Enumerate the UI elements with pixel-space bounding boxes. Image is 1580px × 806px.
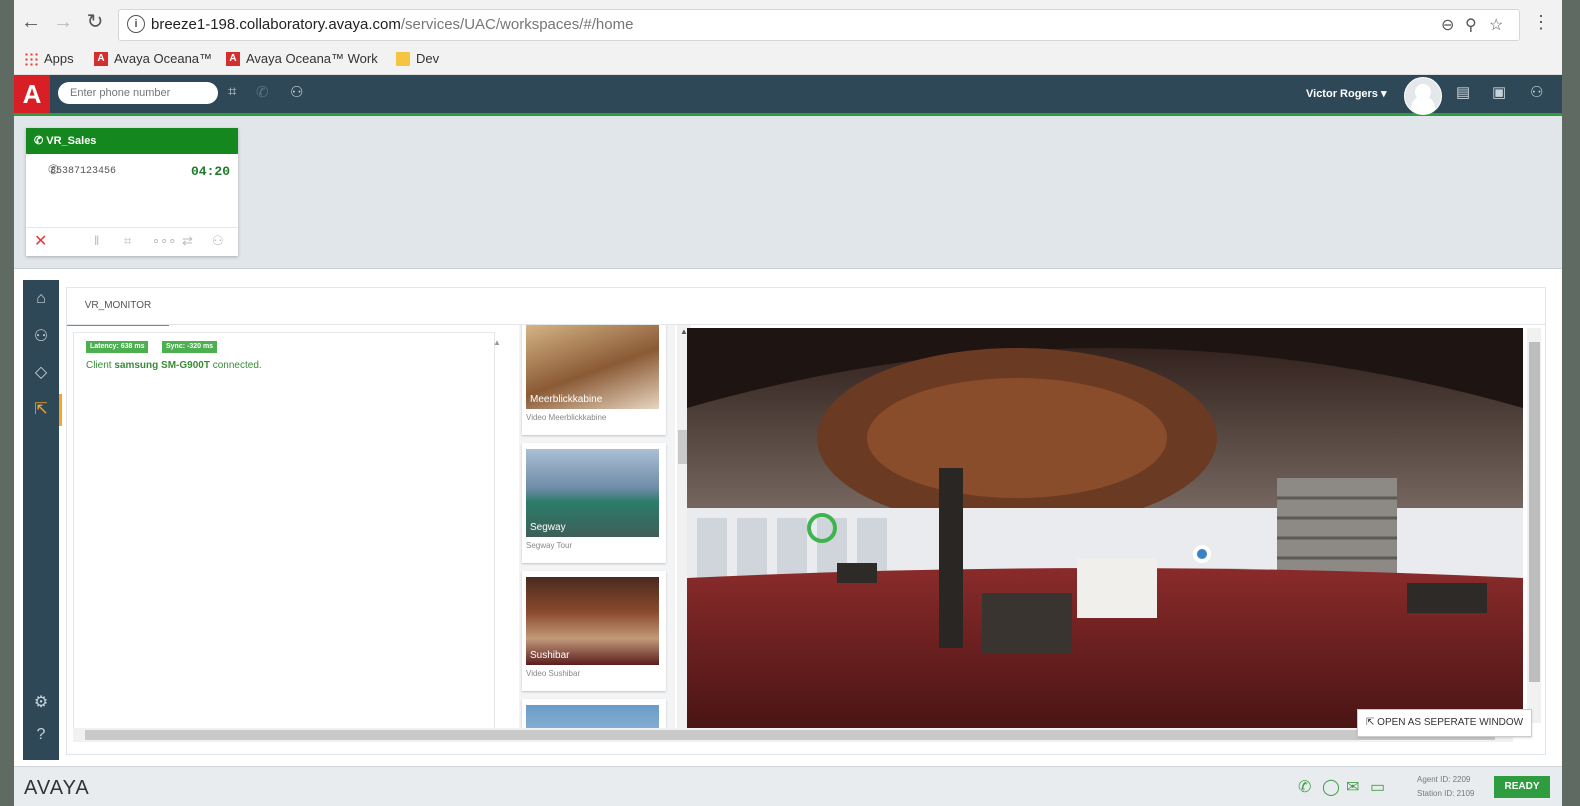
reload-icon[interactable]: ↻ [84, 11, 106, 33]
sync-badge: Sync: -320 ms [162, 341, 218, 353]
scrollbar-thumb[interactable] [1529, 342, 1540, 682]
log-message: Client samsung SM-G900T connected. [86, 360, 262, 371]
tag-icon[interactable]: ◇ [23, 362, 59, 382]
bookmark-dev[interactable]: Dev [396, 51, 439, 66]
chat-channel-icon[interactable]: ◯ [1322, 777, 1340, 797]
log-scroll-up-icon[interactable]: ▲ [493, 338, 501, 347]
voice-channel-icon[interactable]: ✆ [1298, 777, 1311, 797]
avatar[interactable] [1404, 77, 1442, 115]
gallery-item[interactable]: Segway Segway Tour [522, 443, 666, 563]
more-icon[interactable]: ∘∘∘ [152, 233, 176, 249]
url-text[interactable]: breeze1-198.collaboratory.avaya.com/serv… [151, 16, 633, 33]
sms-channel-icon[interactable]: ▭ [1370, 777, 1385, 797]
gallery-item[interactable]: Sushibar Video Sushibar [522, 571, 666, 691]
app-header: A ⌗ ✆ ⚇ Victor Rogers ▾ ▤ ▣ ⚇ [14, 75, 1562, 116]
pin-icon[interactable]: ⚲ [1465, 15, 1477, 35]
gallery-item-title: Segway [530, 522, 566, 533]
dialpad-icon[interactable]: ⌗ [124, 233, 131, 249]
email-channel-icon[interactable]: ✉ [1346, 777, 1359, 797]
phone-number-input[interactable] [58, 82, 218, 104]
bookmarks-bar: Apps A Avaya Oceana™ A Avaya Oceana™ Work … [14, 46, 1562, 75]
help-icon[interactable]: ? [23, 726, 59, 744]
station-id: Station ID: 2109 [1417, 789, 1475, 798]
video-gallery: Meerblickkabine Video Meerblickkabine Se… [519, 325, 675, 730]
info-icon[interactable]: i [127, 15, 145, 33]
address-bar[interactable]: i breeze1-198.collaboratory.avaya.com/se… [118, 9, 1520, 41]
thumbnail: Segway [526, 449, 659, 537]
scrollbar-thumb[interactable] [85, 730, 1495, 740]
transfer-icon[interactable]: ⇄ [182, 233, 193, 249]
caller-number: 35387123456 [50, 166, 117, 177]
browser-toolbar: ← → ↻ i breeze1-198.collaboratory.avaya.… [14, 0, 1562, 46]
hold-icon[interactable]: ‖ [94, 233, 99, 248]
notes-icon[interactable]: ▤ [1456, 83, 1470, 101]
gallery-item-title: Sushibar [530, 650, 570, 661]
gallery-item-subtitle: Segway Tour [526, 541, 573, 550]
tab-vr-monitor[interactable]: VR_MONITOR [67, 288, 169, 326]
folder-icon [396, 51, 410, 66]
status-footer: AVAYA ✆ ◯ ✉ ▭ Agent ID: 2209 Station ID:… [14, 766, 1562, 806]
phone-icon[interactable]: ✆ [256, 83, 269, 101]
avaya-brand-logo: AVAYA [24, 777, 90, 799]
interaction-area: ✆ VR_Sales ✆ 35387123456 04:20 ✕ ‖ ⌗ ∘∘∘… [14, 116, 1562, 269]
conference-icon[interactable]: ⚇ [212, 233, 224, 249]
call-timer: 04:20 [190, 164, 230, 179]
apps-grid-icon [24, 51, 38, 66]
add-contact-icon[interactable]: ⚇ [290, 83, 303, 101]
customer-list-icon[interactable]: ⚇ [23, 326, 59, 346]
bookmark-oceana[interactable]: A Avaya Oceana™ [94, 51, 212, 66]
bookmark-oceana-work[interactable]: A Avaya Oceana™ Work [226, 51, 378, 66]
call-card[interactable]: ✆ VR_Sales ✆ 35387123456 04:20 ✕ ‖ ⌗ ∘∘∘… [26, 128, 238, 256]
back-icon[interactable]: ← [20, 11, 42, 33]
vr-panorama-view[interactable] [687, 328, 1523, 728]
agent-info: Agent ID: 2209 Station ID: 2109 [1417, 773, 1474, 801]
forward-icon[interactable]: → [52, 11, 74, 33]
zoom-icon[interactable]: ⊖ [1441, 15, 1454, 35]
avaya-favicon-icon: A [226, 51, 240, 66]
gallery-item-title: Meerblickkabine [530, 394, 603, 405]
vr-monitor-panel: VR_MONITOR Latency: 638 ms Sync: -320 ms… [66, 287, 1546, 755]
thumbnail: Sushibar [526, 577, 659, 665]
home-icon[interactable]: ⌂ [23, 290, 59, 308]
gallery-item[interactable]: Meerblickkabine Video Meerblickkabine [522, 325, 666, 435]
browser-window: ← → ↻ i breeze1-198.collaboratory.avaya.… [14, 0, 1562, 806]
user-menu[interactable]: Victor Rogers ▾ [1306, 87, 1387, 100]
open-external-icon: ⇱ [1366, 717, 1378, 728]
call-actions: ✕ ‖ ⌗ ∘∘∘ ⇄ ⚇ [26, 227, 238, 256]
team-icon[interactable]: ⚇ [1530, 83, 1543, 101]
star-icon[interactable]: ☆ [1489, 15, 1503, 35]
tab-divider [67, 324, 1545, 325]
handset-icon: ✆ [34, 135, 47, 147]
thumbnail [526, 705, 659, 730]
avaya-favicon-icon: A [94, 51, 108, 66]
panorama-scrollbar[interactable] [1527, 328, 1541, 723]
agent-id: Agent ID: 2209 [1417, 775, 1471, 784]
gallery-item[interactable] [522, 699, 666, 730]
open-external-icon[interactable]: ⇱ [23, 394, 62, 426]
app-sidebar: ⌂ ⚇ ◇ ⇱ ⚙ ? [23, 280, 62, 760]
gallery-item-subtitle: Video Sushibar [526, 669, 581, 678]
gallery-item-subtitle: Video Meerblickkabine [526, 413, 607, 422]
avaya-logo: A [14, 75, 50, 113]
panorama-image [687, 328, 1523, 728]
latency-badge: Latency: 638 ms [86, 341, 149, 353]
call-queue-header: ✆ VR_Sales [26, 128, 238, 154]
thumbnail: Meerblickkabine [526, 325, 659, 409]
menu-icon[interactable]: ⋮ [1532, 12, 1550, 33]
contact-card-icon[interactable]: ▣ [1492, 83, 1506, 101]
connection-log: Latency: 638 ms Sync: -320 ms Client sam… [73, 332, 495, 730]
bookmark-apps[interactable]: Apps [24, 51, 74, 66]
settings-icon[interactable]: ⚙ [23, 692, 59, 712]
end-call-icon[interactable]: ✕ [34, 231, 47, 251]
dialpad-icon[interactable]: ⌗ [228, 83, 236, 100]
ready-status-button[interactable]: READY [1494, 776, 1550, 798]
open-separate-window-button[interactable]: ⇱ OPEN AS SEPERATE WINDOW [1357, 709, 1533, 737]
horizontal-scrollbar[interactable] [73, 728, 1513, 742]
